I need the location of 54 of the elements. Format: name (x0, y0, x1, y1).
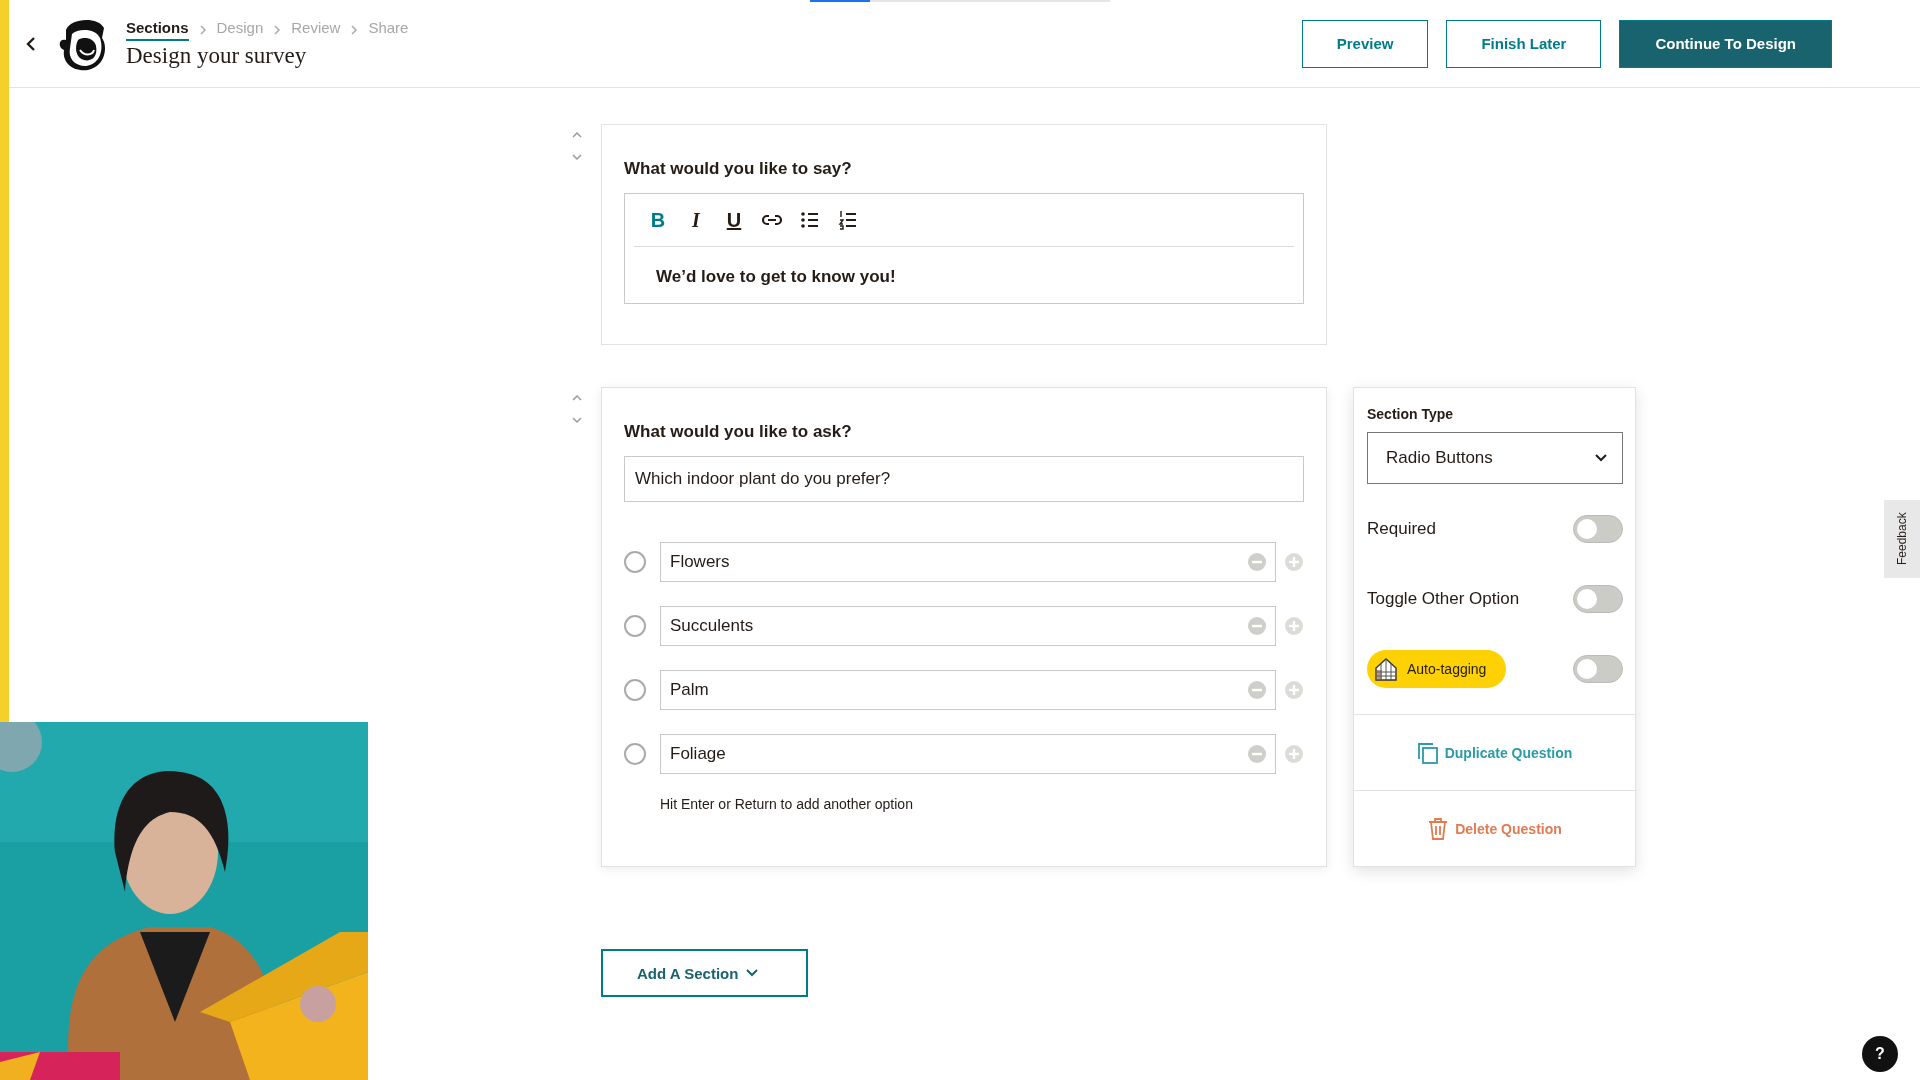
chevron-icon (273, 24, 282, 35)
breadcrumb-step[interactable]: Sections (126, 18, 189, 41)
trash-icon (1427, 816, 1450, 841)
hint-text: Hit Enter or Return to add another option (660, 796, 914, 812)
header-button[interactable]: Finish Later (1446, 19, 1602, 68)
radio-button[interactable] (624, 615, 646, 637)
underline-button[interactable]: U (722, 208, 746, 232)
section-prompt: What would you like to say? (624, 159, 853, 179)
section-prompt: What would you like to ask? (624, 422, 853, 442)
move-down-icon[interactable] (571, 415, 583, 425)
radio-button[interactable] (624, 743, 646, 765)
chevron-icon (198, 24, 207, 35)
remove-icon[interactable] (1247, 552, 1267, 572)
add-icon[interactable] (1284, 680, 1304, 700)
field-label: Section Type (1367, 406, 1455, 422)
radio-button[interactable] (624, 551, 646, 573)
chevron-icon (350, 24, 359, 35)
text-editor[interactable]: B I U We’d love to get to know you! (624, 193, 1304, 304)
move-up-icon[interactable] (571, 130, 583, 140)
toggle-label: Toggle Other Option (1367, 589, 1520, 609)
option-field[interactable]: Succulents (660, 606, 1276, 646)
chevron-down-icon (1594, 453, 1608, 463)
greenhouse-icon (1373, 656, 1399, 682)
page-title: Design your survey (126, 42, 308, 69)
add-icon[interactable] (1284, 616, 1304, 636)
toggle-switch[interactable] (1573, 655, 1623, 683)
italic-button[interactable]: I (684, 208, 708, 232)
option-field[interactable]: Foliage (660, 734, 1276, 774)
toggle-label: Required (1367, 519, 1436, 539)
add-section-button[interactable]: Add A Section (601, 949, 809, 997)
auto-tagging-badge: Auto-tagging (1367, 650, 1507, 688)
move-down-icon[interactable] (571, 152, 583, 162)
radio-button[interactable] (624, 679, 646, 701)
feedback-tab[interactable]: Feedback (1884, 500, 1920, 578)
remove-icon[interactable] (1247, 616, 1267, 636)
option-field[interactable]: Flowers (660, 542, 1276, 582)
remove-icon[interactable] (1247, 680, 1267, 700)
add-icon[interactable] (1284, 744, 1304, 764)
help-button[interactable]: ? (1862, 1036, 1898, 1072)
add-icon[interactable] (1284, 552, 1304, 572)
continue-button[interactable]: Continue To Design (1619, 19, 1832, 68)
toggle-switch[interactable] (1573, 515, 1623, 543)
move-up-icon[interactable] (571, 393, 583, 403)
header-button[interactable]: Preview (1301, 19, 1429, 68)
question-field[interactable]: Which indoor plant do you prefer? (624, 456, 1304, 502)
toggle-switch[interactable] (1573, 585, 1623, 613)
back-icon[interactable] (24, 34, 38, 53)
section-type-dropdown[interactable]: Radio Buttons (1367, 432, 1623, 484)
copy-icon (1416, 740, 1439, 765)
chevron-down-icon (746, 969, 759, 977)
editor-text: We’d love to get to know you! (655, 266, 897, 288)
option-field[interactable]: Palm (660, 670, 1276, 710)
bold-button[interactable]: B (646, 208, 670, 232)
remove-icon[interactable] (1247, 744, 1267, 764)
